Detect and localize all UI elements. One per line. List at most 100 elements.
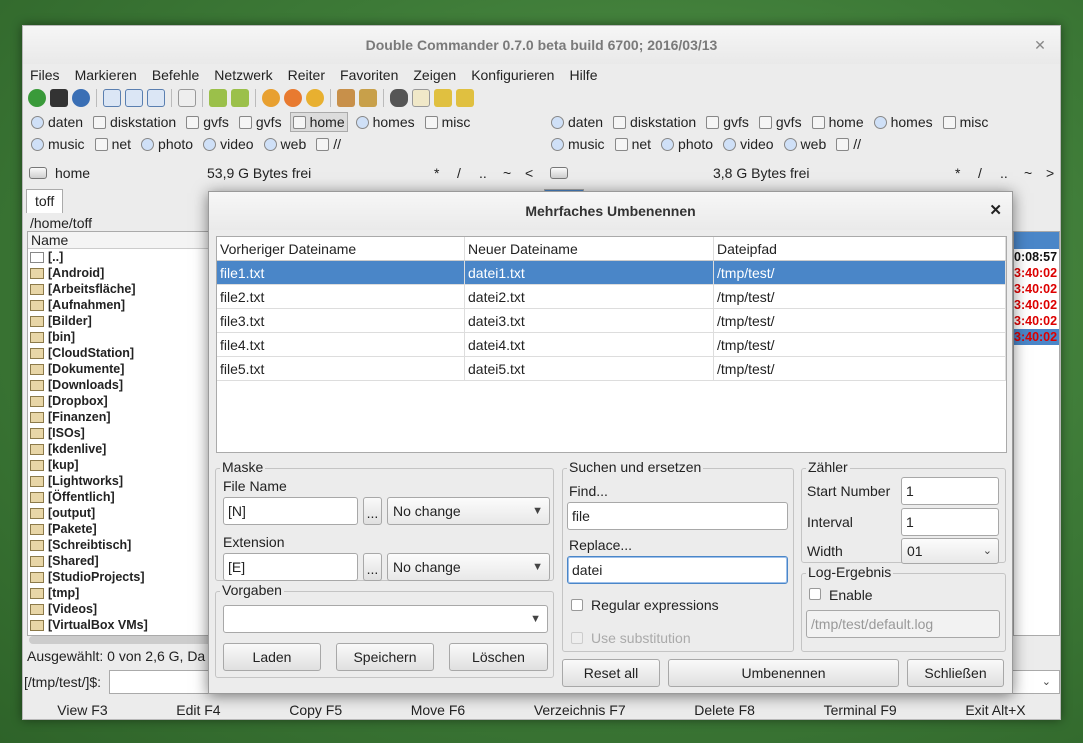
edit-icon[interactable] (434, 89, 452, 107)
save-preset-button[interactable]: Speichern (336, 643, 434, 671)
f6-button[interactable]: Move F6 (411, 699, 465, 719)
col-old-name[interactable]: Vorheriger Dateiname (217, 237, 465, 260)
terminal-icon[interactable] (50, 89, 68, 107)
brief-view-icon[interactable] (103, 89, 121, 107)
exit-button[interactable]: Exit Alt+X (965, 699, 1025, 719)
full-view-icon[interactable] (125, 89, 143, 107)
nav-root[interactable]: * (434, 165, 439, 181)
drive-homes[interactable]: homes (872, 112, 935, 132)
drive-net[interactable]: net (613, 134, 653, 154)
rename-button[interactable]: Umbenennen (668, 659, 899, 687)
nav-up[interactable]: .. (1000, 165, 1008, 181)
plugin-remove-icon[interactable] (284, 89, 302, 107)
start-number-input[interactable]: 1 (901, 477, 999, 505)
list-item[interactable]: [Android] (28, 265, 226, 281)
list-item[interactable]: [Videos] (28, 601, 226, 617)
window-close-icon[interactable]: ✕ (1030, 26, 1050, 64)
multi-rename-icon[interactable] (412, 89, 430, 107)
search-icon[interactable] (390, 89, 408, 107)
drive-net[interactable]: net (93, 134, 133, 154)
table-row[interactable]: file2.txt datei2.txt/tmp/test/ (217, 285, 1006, 309)
menu-hilfe[interactable]: Hilfe (569, 64, 597, 86)
horizontal-scrollbar[interactable] (29, 636, 219, 644)
list-item[interactable]: [Schreibtisch] (28, 537, 226, 553)
drive-music[interactable]: music (29, 134, 87, 154)
file-name-case-select[interactable]: No change ▼ (387, 497, 550, 525)
drive-daten[interactable]: daten (549, 112, 605, 132)
nav-right[interactable]: > (1046, 165, 1054, 181)
sync-dirs-icon[interactable] (456, 89, 474, 107)
presets-select[interactable]: ▼ (223, 605, 548, 633)
plugin-config-icon[interactable] (306, 89, 324, 107)
list-item[interactable]: [Arbeitsfläche] (28, 281, 226, 297)
menu-reiter[interactable]: Reiter (288, 64, 325, 86)
drive-photo[interactable]: photo (659, 134, 715, 154)
log-enable-checkbox[interactable] (809, 588, 821, 600)
table-row[interactable]: file1.txt datei1.txt/tmp/test/ (217, 261, 1006, 285)
copy-right-icon[interactable] (231, 89, 249, 107)
extension-case-select[interactable]: No change ▼ (387, 553, 550, 581)
columns-view-icon[interactable] (147, 89, 165, 107)
list-item[interactable]: [Aufnahmen] (28, 297, 226, 313)
f9-button[interactable]: Terminal F9 (824, 699, 897, 719)
list-item[interactable]: [VirtualBox VMs] (28, 617, 226, 633)
list-item[interactable]: [tmp] (28, 585, 226, 601)
log-path-input[interactable]: /tmp/test/default.log (806, 610, 1000, 638)
replace-input[interactable]: datei (567, 556, 788, 584)
drive-photo[interactable]: photo (139, 134, 195, 154)
regex-checkbox[interactable] (571, 599, 583, 611)
drive-web[interactable]: web (782, 134, 829, 154)
list-item[interactable]: [Bilder] (28, 313, 226, 329)
file-name-browse-button[interactable]: ... (363, 497, 382, 525)
column-header-name[interactable]: Name (28, 232, 226, 249)
list-item[interactable]: [Finanzen] (28, 409, 226, 425)
list-item[interactable]: [Downloads] (28, 377, 226, 393)
extension-browse-button[interactable]: ... (363, 553, 382, 581)
reset-all-button[interactable]: Reset all (562, 659, 660, 687)
drive-gvfs-2[interactable]: gvfs (237, 112, 284, 132)
list-item[interactable]: [Shared] (28, 553, 226, 569)
list-item[interactable]: [Dropbox] (28, 393, 226, 409)
menu-files[interactable]: Files (30, 64, 60, 86)
menu-markieren[interactable]: Markieren (75, 64, 137, 86)
menu-favoriten[interactable]: Favoriten (340, 64, 398, 86)
drive-web[interactable]: web (262, 134, 309, 154)
file-name-mask-input[interactable]: [N] (223, 497, 358, 525)
dialog-close-icon[interactable]: ✕ (989, 192, 1002, 230)
drive-home[interactable]: home (810, 112, 866, 132)
menu-konfigurieren[interactable]: Konfigurieren (471, 64, 554, 86)
drive-misc[interactable]: misc (941, 112, 991, 132)
table-row[interactable]: file5.txt datei5.txt/tmp/test/ (217, 357, 1006, 381)
left-drive-label[interactable]: home (55, 165, 90, 181)
nav-root[interactable]: * (955, 165, 960, 181)
refresh-icon[interactable] (28, 89, 46, 107)
drive-homes[interactable]: homes (354, 112, 417, 132)
drive-network-root[interactable]: // (314, 134, 343, 154)
plugin-icon[interactable] (262, 89, 280, 107)
nav-up[interactable]: .. (479, 165, 487, 181)
pack-icon[interactable] (337, 89, 355, 107)
hard-drive-icon[interactable] (29, 167, 47, 179)
width-select[interactable]: 01 ⌄ (901, 538, 999, 564)
drive-gvfs-2[interactable]: gvfs (757, 112, 804, 132)
menu-befehle[interactable]: Befehle (152, 64, 199, 86)
close-button[interactable]: Schließen (907, 659, 1004, 687)
list-item[interactable]: [Öffentlich] (28, 489, 226, 505)
copy-left-icon[interactable] (209, 89, 227, 107)
drive-gvfs-1[interactable]: gvfs (184, 112, 231, 132)
list-item[interactable]: [..] (28, 249, 226, 265)
list-item[interactable]: [kup] (28, 457, 226, 473)
f3-button[interactable]: View F3 (57, 699, 107, 719)
list-item[interactable]: [StudioProjects] (28, 569, 226, 585)
unpack-icon[interactable] (359, 89, 377, 107)
substitution-checkbox[interactable] (571, 632, 583, 644)
menu-zeigen[interactable]: Zeigen (413, 64, 456, 86)
drive-diskstation[interactable]: diskstation (91, 112, 178, 132)
tree-view-icon[interactable] (178, 89, 196, 107)
drive-home[interactable]: home (289, 112, 348, 132)
list-item[interactable]: [Lightworks] (28, 473, 226, 489)
nav-slash[interactable]: / (978, 165, 982, 181)
nav-home[interactable]: ~ (1024, 165, 1032, 181)
load-preset-button[interactable]: Laden (223, 643, 321, 671)
chevron-down-icon[interactable]: ⌄ (1042, 675, 1051, 688)
